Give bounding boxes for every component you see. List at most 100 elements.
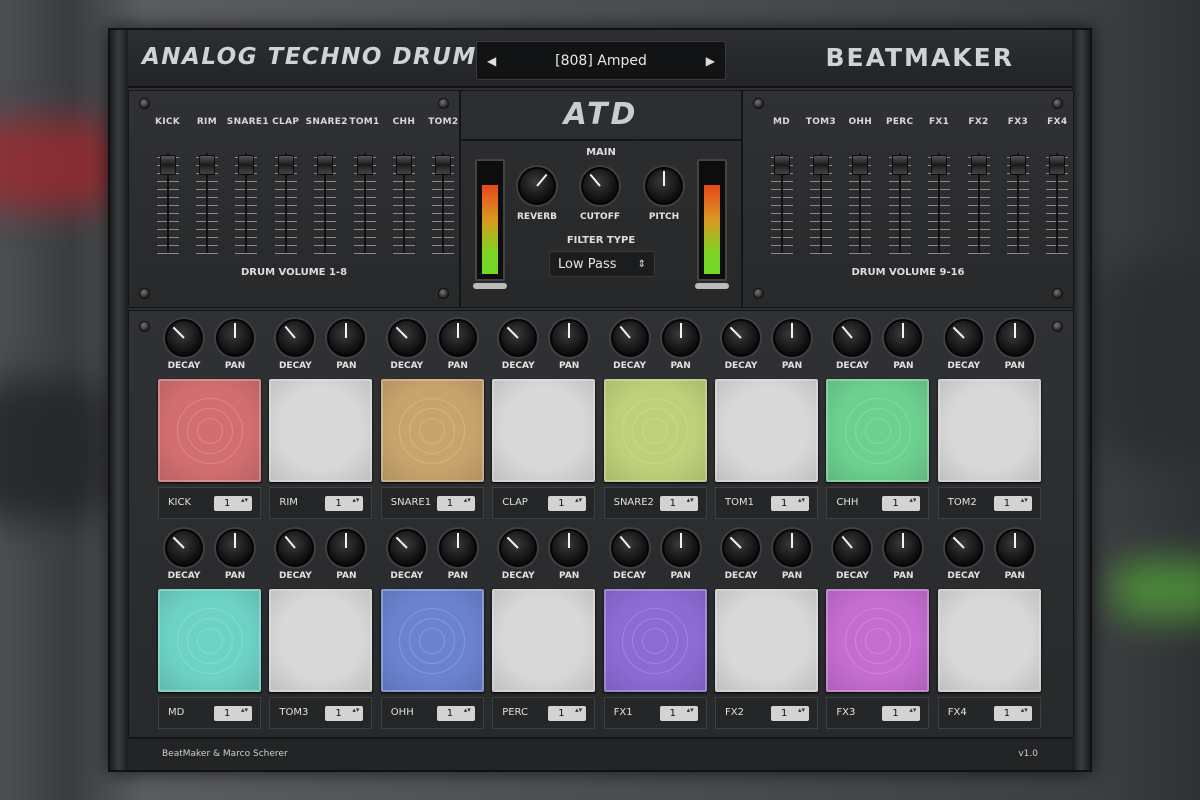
fader-handle[interactable] (277, 155, 294, 175)
tom3-pan-knob[interactable] (327, 529, 366, 567)
fader-handle[interactable] (773, 155, 790, 175)
ohh-decay-knob[interactable] (387, 529, 426, 567)
rim-pan-knob[interactable] (327, 319, 366, 357)
fx1-pan-knob[interactable] (661, 529, 700, 567)
clap-channel-spinner[interactable]: 1 ▴▾ (548, 496, 587, 511)
perc-decay-knob[interactable] (499, 529, 538, 567)
fx2-pan-knob[interactable] (773, 529, 811, 567)
spinner-arrows-icon: ▴▾ (686, 496, 694, 504)
tom1-pan-knob[interactable] (773, 319, 811, 357)
snare1-channel-spinner[interactable]: 1 ▴▾ (436, 496, 475, 511)
snare2-pan-knob[interactable] (661, 319, 700, 357)
fx3-pad[interactable] (826, 589, 930, 692)
fader-handle[interactable] (395, 155, 412, 175)
snare1-pan-knob[interactable] (438, 319, 477, 357)
fader-handle[interactable] (356, 155, 373, 175)
rim-pad[interactable] (269, 379, 373, 482)
snare2-pad[interactable] (603, 379, 707, 482)
preset-prev-button[interactable]: ◀ (487, 54, 496, 68)
tom1-channel-spinner[interactable]: 1 ▴▾ (771, 496, 809, 511)
fx3-decay-knob[interactable] (833, 529, 872, 567)
fader-label: SNARE2 (305, 117, 348, 127)
rim-decay-knob[interactable] (276, 319, 315, 357)
snare1-pad[interactable] (380, 379, 484, 482)
fader-handle[interactable] (891, 155, 908, 175)
tom3-decay-knob[interactable] (276, 529, 315, 567)
clap-channel-value: 1 (558, 498, 565, 509)
fader-handle[interactable] (812, 155, 829, 175)
version-text: v1.0 (1018, 749, 1038, 759)
spinner-arrows-icon: ▴▾ (463, 706, 471, 714)
kick-pan-knob[interactable] (216, 319, 254, 357)
perc-channel-spinner[interactable]: 1 ▴▾ (548, 706, 587, 721)
filter-type-select[interactable]: Low Pass ⇕ (549, 251, 655, 277)
perc-channel-value: 1 (558, 708, 565, 719)
md-pan-knob[interactable] (216, 529, 254, 567)
fader-handle[interactable] (931, 155, 948, 175)
fx4-channel-spinner[interactable]: 1 ▴▾ (993, 706, 1032, 721)
fader-handle[interactable] (198, 155, 215, 175)
tom3-pad[interactable] (269, 589, 373, 692)
tom2-decay-knob[interactable] (944, 319, 983, 357)
fx4-pan-knob[interactable] (995, 529, 1034, 567)
ohh-channel-spinner[interactable]: 1 ▴▾ (436, 706, 475, 721)
fader-handle[interactable] (238, 155, 255, 175)
fader-handle[interactable] (1049, 155, 1066, 175)
fx4-decay-label: DECAY (947, 571, 981, 581)
md-decay-knob[interactable] (165, 529, 203, 567)
pitch-knob[interactable] (645, 167, 683, 205)
clap-pad[interactable] (492, 379, 596, 482)
tom2-pan-label: PAN (1004, 361, 1025, 371)
fader-handle[interactable] (435, 155, 452, 175)
fx1-pad[interactable] (603, 589, 707, 692)
tom2-pan-knob[interactable] (995, 319, 1034, 357)
snare2-decay-knob[interactable] (610, 319, 649, 357)
fx2-pad[interactable] (715, 589, 818, 692)
snare2-channel-spinner[interactable]: 1 ▴▾ (659, 496, 698, 511)
tom2-channel-spinner[interactable]: 1 ▴▾ (993, 496, 1032, 511)
ohh-pan-knob[interactable] (438, 529, 477, 567)
fx1-channel-spinner[interactable]: 1 ▴▾ (659, 706, 698, 721)
divider (461, 139, 741, 141)
cutoff-knob[interactable] (581, 167, 619, 205)
chh-channel-spinner[interactable]: 1 ▴▾ (882, 496, 921, 511)
fx4-decay-knob[interactable] (944, 529, 983, 567)
md-channel-spinner[interactable]: 1 ▴▾ (214, 706, 252, 721)
chh-pad[interactable] (826, 379, 930, 482)
tom3-channel-spinner[interactable]: 1 ▴▾ (325, 706, 364, 721)
kick-channel-spinner[interactable]: 1 ▴▾ (214, 496, 252, 511)
fader-handle[interactable] (1009, 155, 1026, 175)
chh-decay-knob[interactable] (833, 319, 872, 357)
perc-pad[interactable] (492, 589, 596, 692)
rim-pan-label: PAN (336, 361, 357, 371)
fx1-decay-knob[interactable] (610, 529, 649, 567)
tom1-decay-knob[interactable] (722, 319, 760, 357)
perc-pan-knob[interactable] (550, 529, 589, 567)
rim-channel-spinner[interactable]: 1 ▴▾ (325, 496, 364, 511)
clap-decay-knob[interactable] (499, 319, 538, 357)
kick-decay-knob[interactable] (165, 319, 203, 357)
preset-selector[interactable]: ◀ [808] Amped ▶ (476, 41, 726, 80)
fx3-pan-knob[interactable] (884, 529, 923, 567)
reverb-knob[interactable] (518, 167, 556, 205)
fader-handle[interactable] (852, 155, 869, 175)
md-pad[interactable] (158, 589, 261, 692)
fx2-channel-spinner[interactable]: 1 ▴▾ (771, 706, 809, 721)
clap-pan-knob[interactable] (550, 319, 589, 357)
fx4-pad[interactable] (937, 589, 1041, 692)
fx3-channel-spinner[interactable]: 1 ▴▾ (882, 706, 921, 721)
fader-handle[interactable] (970, 155, 987, 175)
fader-label: FX4 (1047, 117, 1068, 127)
fader-handle[interactable] (317, 155, 334, 175)
fx2-decay-knob[interactable] (722, 529, 760, 567)
tom1-pad[interactable] (715, 379, 818, 482)
ohh-pad[interactable] (380, 589, 484, 692)
kick-pad[interactable] (158, 379, 261, 482)
preset-next-button[interactable]: ▶ (706, 54, 715, 68)
preset-name[interactable]: [808] Amped (555, 53, 647, 69)
screw-icon (438, 288, 449, 299)
snare1-decay-knob[interactable] (387, 319, 426, 357)
tom2-pad[interactable] (937, 379, 1041, 482)
fader-handle[interactable] (159, 155, 176, 175)
chh-pan-knob[interactable] (884, 319, 923, 357)
